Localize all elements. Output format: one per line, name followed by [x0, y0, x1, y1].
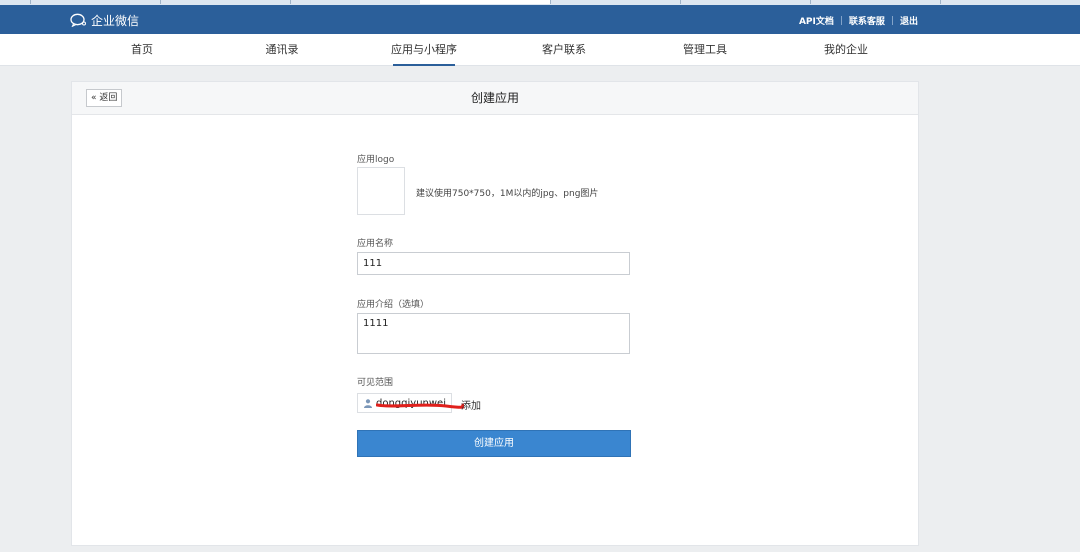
link-separator: | [890, 15, 894, 26]
redaction-scribble [376, 403, 464, 409]
top-links: API文档 | 联系客服 | 退出 [799, 14, 918, 28]
app-description-textarea[interactable]: 1111 [357, 313, 630, 354]
app-description-label: 应用介绍（选填） [357, 300, 430, 310]
browser-tab[interactable] [550, 0, 681, 4]
add-member-link[interactable]: 添加 [461, 397, 481, 412]
user-icon [364, 398, 372, 408]
api-docs-link[interactable]: API文档 [799, 14, 834, 27]
app-name-label: 应用名称 [357, 239, 394, 249]
top-bar: 企业微信 API文档 | 联系客服 | 退出 [0, 5, 1080, 34]
nav-apps[interactable]: 应用与小程序 [364, 34, 484, 66]
wecom-logo-icon [70, 13, 86, 27]
browser-tab[interactable] [940, 0, 1080, 4]
browser-tab[interactable] [160, 0, 291, 4]
logo-label: 应用logo [357, 155, 395, 165]
page-title: 创建应用 [470, 91, 519, 105]
app-logo[interactable]: 企业微信 [70, 12, 139, 28]
back-button[interactable]: « 返回 [86, 89, 123, 107]
nav-home[interactable]: 首页 [82, 34, 202, 65]
main-nav: 首页 通讯录 应用与小程序 客户联系 管理工具 我的企业 [0, 34, 1080, 66]
app-name: 企业微信 [91, 13, 140, 28]
visibility-label: 可见范围 [357, 378, 394, 388]
browser-tab[interactable] [30, 0, 161, 4]
card-header: 创建应用 « 返回 [72, 82, 918, 115]
member-chip[interactable]: dongqiyunwei [357, 393, 464, 413]
contact-support-link[interactable]: 联系客服 [849, 14, 885, 27]
member-name: dongqiyunwei [376, 398, 464, 409]
logout-link[interactable]: 退出 [900, 14, 918, 27]
logo-upload[interactable] [357, 167, 405, 215]
browser-tab[interactable] [680, 0, 811, 4]
nav-management-tools[interactable]: 管理工具 [645, 34, 765, 65]
create-app-button[interactable]: 创建应用 [357, 430, 631, 457]
browser-tab-active[interactable] [420, 0, 551, 4]
app-name-input[interactable]: 111 [357, 252, 630, 275]
browser-tab[interactable] [810, 0, 941, 4]
link-separator: | [839, 15, 843, 26]
browser-tab[interactable] [290, 0, 421, 4]
logo-hint: 建议使用750*750，1M以内的jpg、png图片 [416, 189, 599, 199]
nav-customer-contact[interactable]: 客户联系 [504, 34, 624, 65]
nav-contacts[interactable]: 通讯录 [222, 34, 342, 65]
browser-tab[interactable] [0, 0, 31, 4]
create-app-card: 创建应用 « 返回 应用logo 建议使用750*750，1M以内的jpg、pn… [71, 81, 919, 546]
nav-my-enterprise[interactable]: 我的企业 [786, 34, 906, 65]
